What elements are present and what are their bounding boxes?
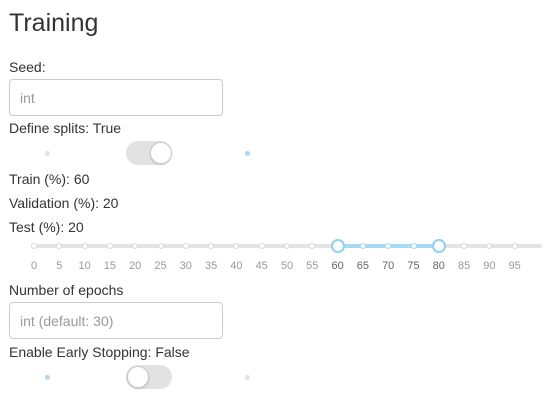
slider-handle-low[interactable] — [330, 239, 345, 253]
slider-tick-label: 50 — [280, 260, 294, 272]
switch-on-indicator — [245, 151, 250, 156]
slider-tick-label: 60 — [331, 260, 344, 272]
slider-tick-label: 90 — [483, 260, 496, 272]
train-percent-label: Train (%): 60 — [9, 171, 90, 187]
slider-tick-label: 5 — [56, 260, 63, 272]
epochs-input[interactable] — [9, 302, 223, 339]
epochs-label: Number of epochs — [9, 282, 124, 298]
slider-tick-label: 10 — [78, 260, 91, 272]
slider-tick-label: 45 — [255, 260, 268, 272]
slider-tick — [208, 243, 215, 249]
slider-tick — [106, 243, 113, 249]
slider-tick-label: 35 — [204, 260, 218, 272]
test-percent-label: Test (%): 20 — [9, 219, 84, 235]
slider-tick — [284, 243, 290, 249]
slider-tick-label: 55 — [306, 260, 319, 272]
slider-tick-label: 20 — [129, 260, 142, 272]
validation-percent-label: Validation (%): 20 — [9, 195, 119, 211]
define-splits-label: Define splits: True — [9, 120, 122, 136]
slider-tick — [157, 243, 164, 249]
toggle-knob — [150, 142, 172, 164]
slider-tick-label: 40 — [230, 260, 243, 272]
slider-tick — [31, 243, 37, 249]
slider-tick — [385, 243, 392, 249]
slider-tick — [359, 243, 366, 249]
slider-tick — [233, 243, 240, 249]
slider-tick — [258, 243, 265, 249]
define-splits-toggle[interactable] — [126, 141, 172, 165]
seed-label: Seed: — [9, 59, 46, 75]
switch-on-indicator — [245, 375, 250, 380]
slider-tick-label: 30 — [179, 260, 192, 272]
early-stopping-toggle[interactable] — [126, 365, 172, 389]
slider-tick-label: 70 — [382, 260, 395, 272]
slider-tick-label: 75 — [407, 260, 420, 272]
slider-tick-label: 85 — [457, 260, 471, 272]
slider-tick — [309, 243, 316, 249]
slider-tick — [410, 243, 417, 249]
slider-tick — [81, 243, 88, 249]
seed-input[interactable] — [9, 79, 223, 116]
switch-off-indicator — [45, 151, 50, 156]
slider-tick-label: 0 — [30, 260, 38, 272]
slider-tick-label: 95 — [508, 260, 521, 272]
slider-tick — [182, 243, 189, 249]
slider-tick — [511, 243, 518, 249]
slider-tick — [56, 243, 63, 249]
toggle-knob — [127, 366, 149, 388]
slider-handle-high[interactable] — [431, 239, 446, 253]
early-stopping-label: Enable Early Stopping: False — [9, 344, 190, 360]
slider-tick — [132, 243, 139, 249]
slider-tick-label: 65 — [356, 260, 370, 272]
switch-off-indicator — [45, 375, 50, 380]
slider-tick-label: 25 — [154, 260, 167, 272]
slider-tick-label: 80 — [432, 260, 445, 272]
slider-tick — [486, 243, 493, 249]
page-title: Training — [9, 9, 99, 37]
slider-tick — [461, 243, 468, 249]
slider-tick-label: 15 — [103, 260, 117, 272]
